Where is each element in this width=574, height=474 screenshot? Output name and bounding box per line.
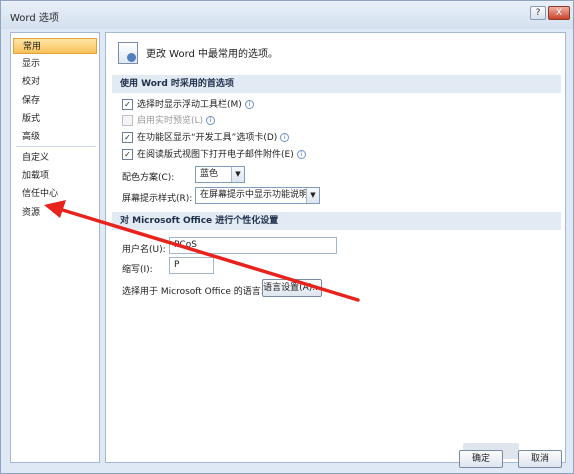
annotation-arrow-head [44, 200, 66, 218]
annotation-arrow [44, 200, 360, 302]
annotation-arrow-line [54, 206, 360, 302]
